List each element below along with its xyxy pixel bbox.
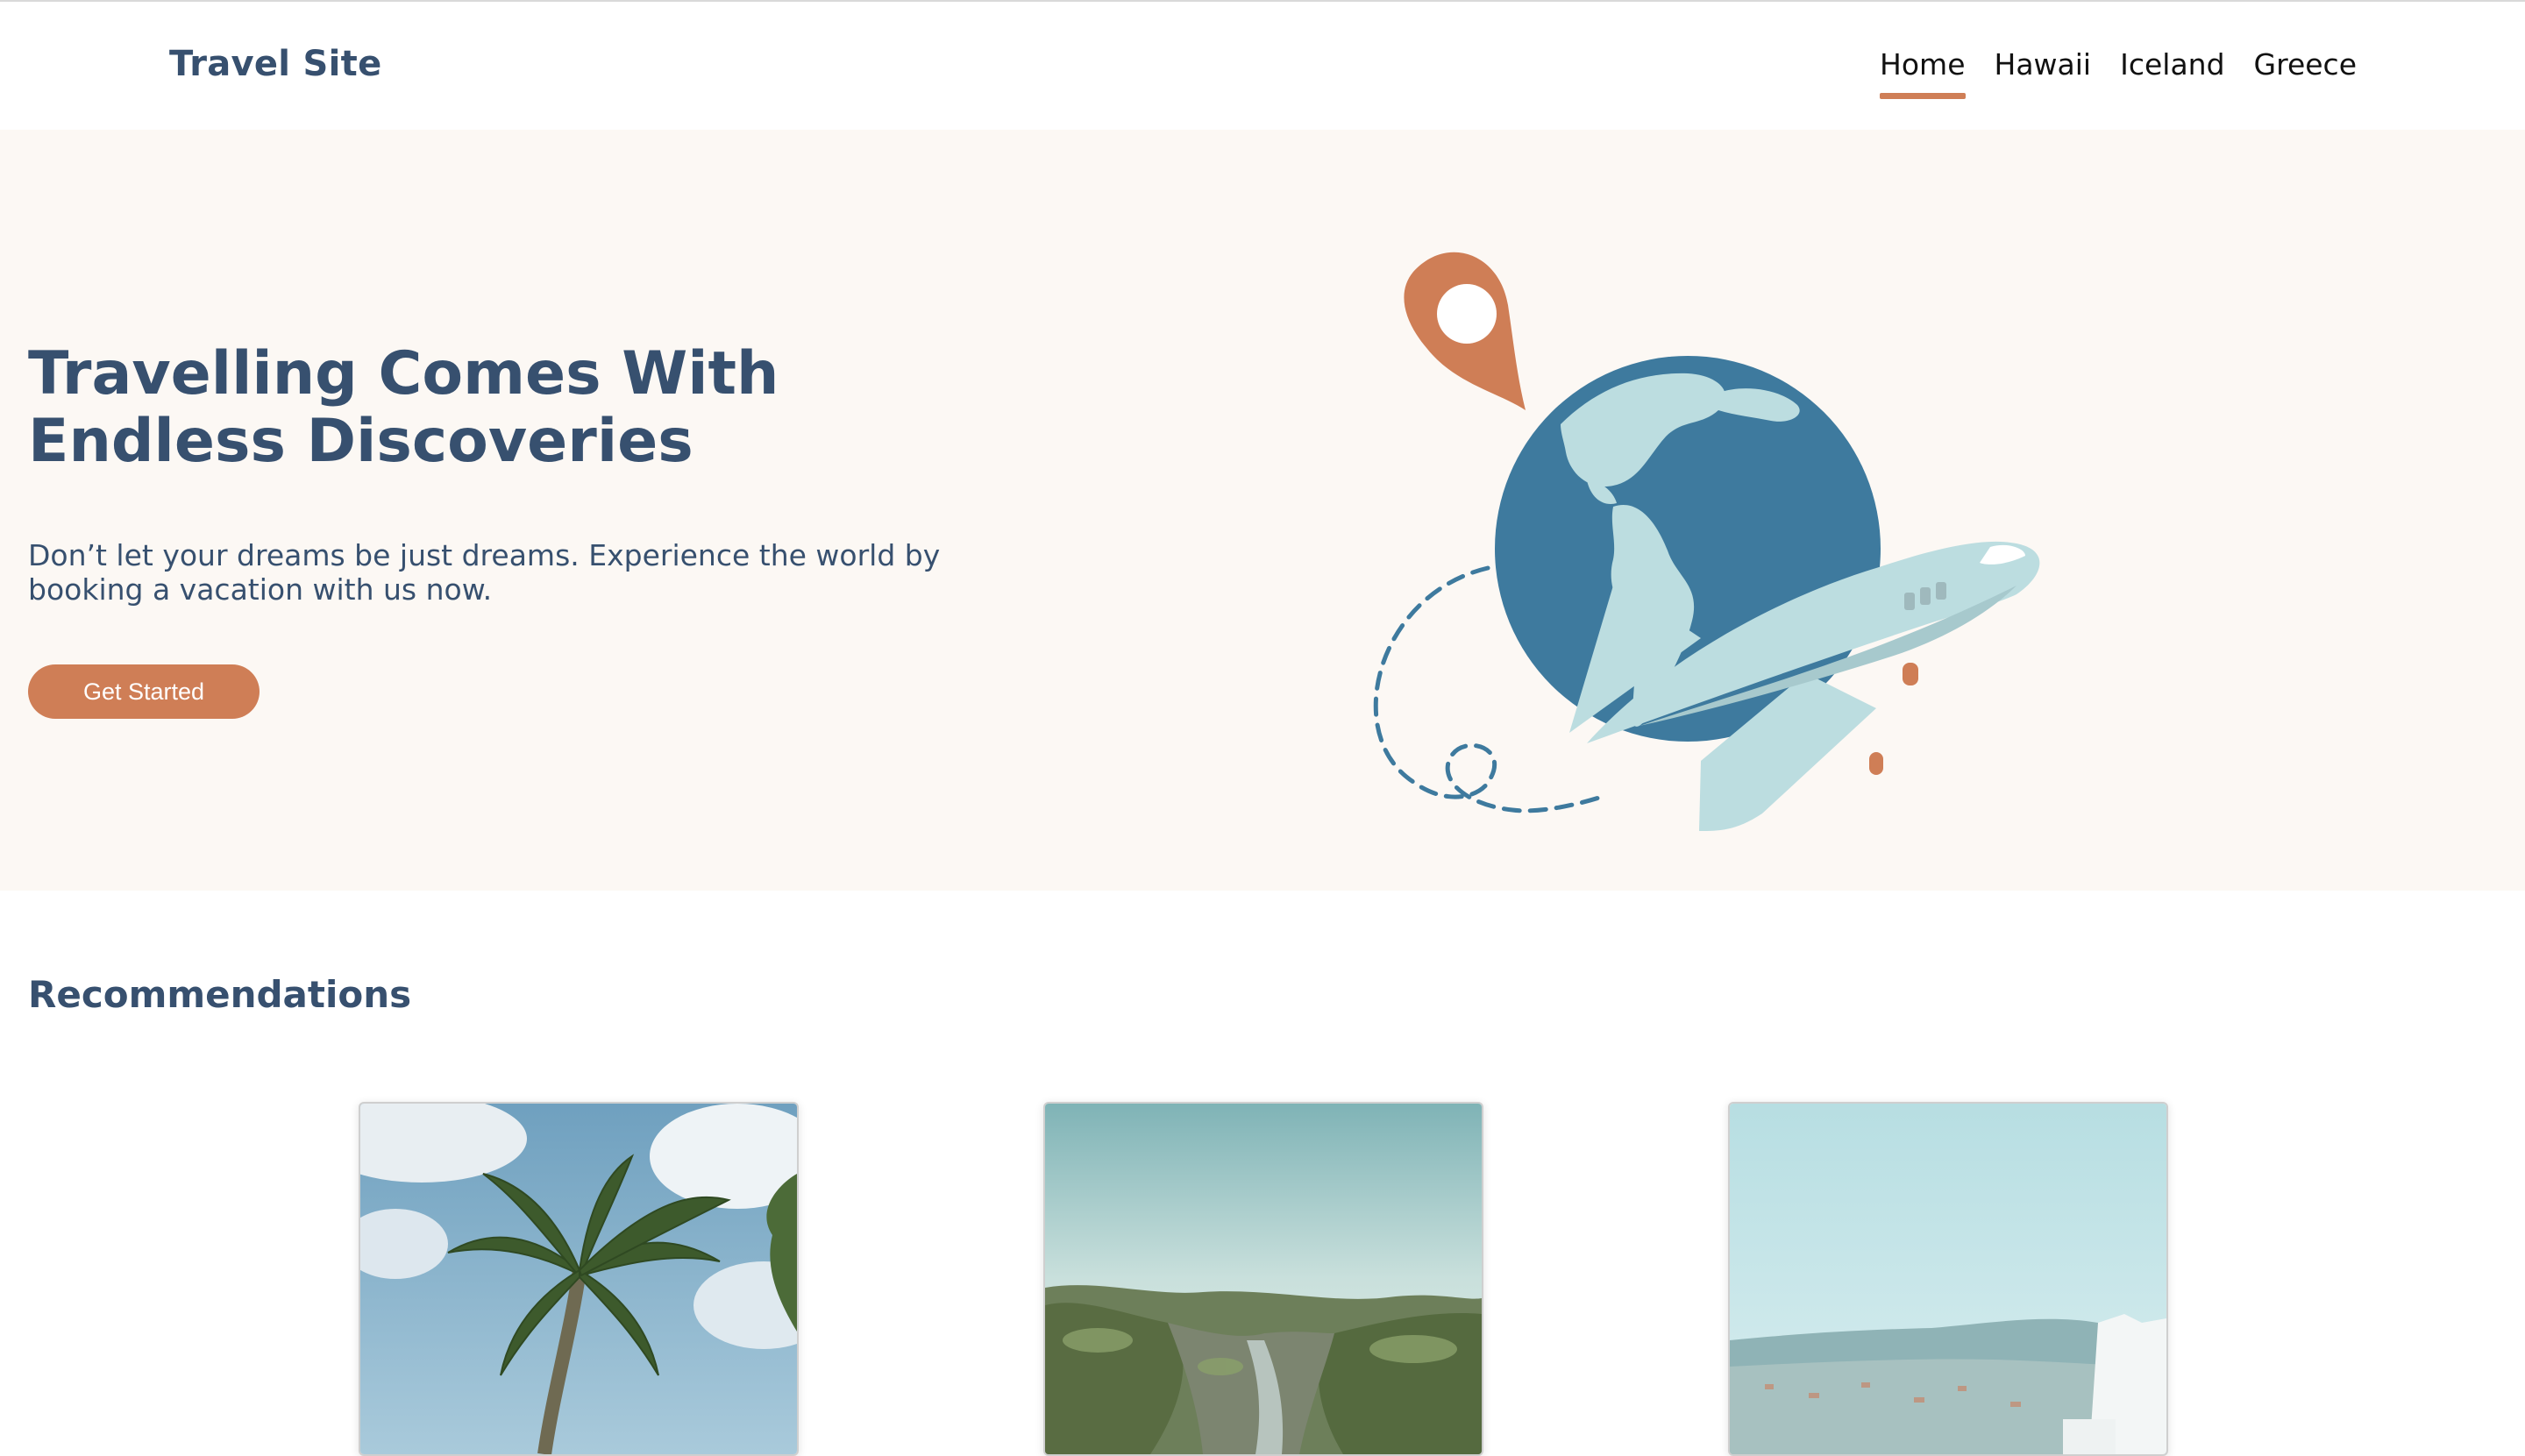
- recommendation-card-greece[interactable]: [1728, 1102, 2168, 1456]
- location-pin-icon: [1404, 252, 1526, 410]
- nav-link-home[interactable]: Home: [1880, 47, 1966, 99]
- hero-subtitle: Don’t let your dreams be just dreams. Ex…: [28, 538, 941, 607]
- nav-link-iceland[interactable]: Iceland: [2120, 47, 2224, 94]
- hero-section: Travelling Comes With Endless Discoverie…: [0, 130, 2525, 891]
- recommendation-card-iceland[interactable]: [1043, 1102, 1483, 1456]
- hero-title: Travelling Comes With Endless Discoverie…: [28, 339, 779, 476]
- site-header: Travel Site Home Hawaii Iceland Greece: [0, 2, 2525, 130]
- nav-link-hawaii[interactable]: Hawaii: [1995, 47, 2092, 94]
- recommendations-title: Recommendations: [28, 973, 412, 1016]
- main-nav: Home Hawaii Iceland Greece: [1880, 47, 2357, 99]
- travel-illustration: [1373, 252, 2040, 831]
- nav-link-greece[interactable]: Greece: [2254, 47, 2357, 94]
- recommendation-card-hawaii[interactable]: [359, 1102, 799, 1456]
- get-started-button[interactable]: Get Started: [28, 664, 260, 719]
- greece-coast-photo: [1730, 1104, 2166, 1454]
- canyon-photo: [1045, 1104, 1482, 1454]
- palm-tree-photo: [360, 1104, 797, 1454]
- site-logo[interactable]: Travel Site: [169, 44, 382, 84]
